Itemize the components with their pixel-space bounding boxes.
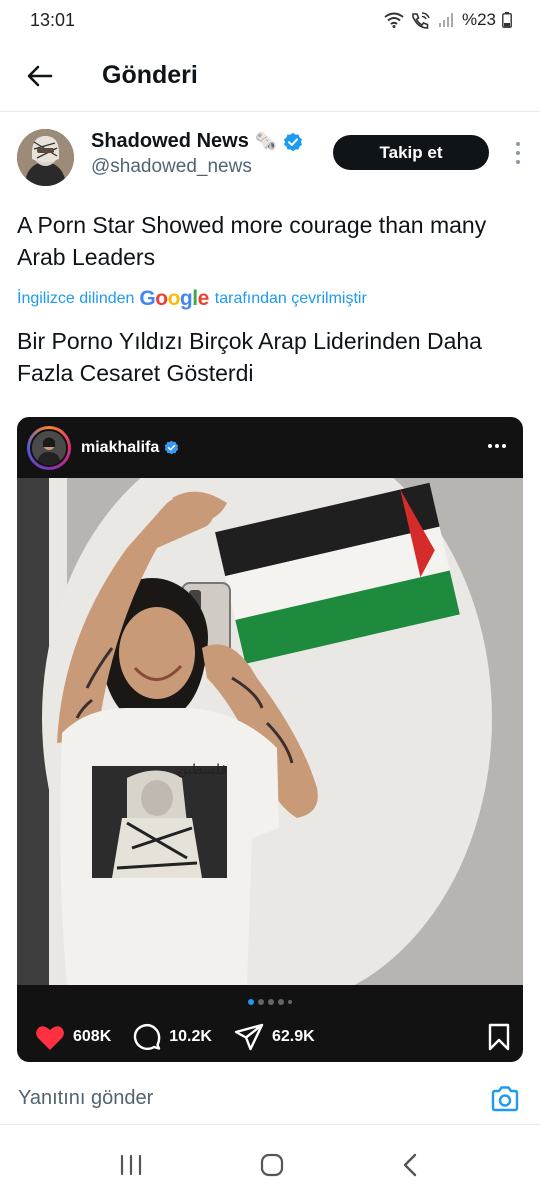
carousel-dot xyxy=(278,999,284,1005)
tweet-text: A Porn Star Showed more courage than man… xyxy=(17,212,487,270)
more-options-icon[interactable] xyxy=(508,142,528,164)
send-icon xyxy=(234,1023,264,1051)
author-handle: @shadowed_news xyxy=(91,156,252,177)
wifi-calling-icon xyxy=(412,12,430,29)
system-nav-bar xyxy=(0,1130,540,1200)
bookmark-icon xyxy=(488,1023,510,1051)
comment-action[interactable]: 10.2K xyxy=(133,1023,212,1051)
back-nav-icon[interactable] xyxy=(401,1153,421,1177)
ig-avatar-image xyxy=(32,430,66,465)
follow-button[interactable]: Takip et xyxy=(333,135,489,170)
embedded-media[interactable]: miakhalifa فلسطين 608K 10.2K 62.9K xyxy=(17,417,523,1062)
camera-icon[interactable] xyxy=(490,1085,520,1112)
author-name-row: Shadowed News 🗞️ xyxy=(91,130,303,153)
wifi-icon xyxy=(384,12,404,28)
translation-attribution[interactable]: İngilizce dilinden Google tarafından çev… xyxy=(17,287,523,311)
ig-username: miakhalifa xyxy=(81,438,160,456)
carousel-dot xyxy=(288,1000,292,1004)
status-time: 13:01 xyxy=(30,9,76,30)
verified-badge-icon xyxy=(284,132,303,151)
page-title: Gönderi xyxy=(102,61,198,89)
bookmark-action[interactable] xyxy=(487,1023,511,1056)
author-avatar[interactable] xyxy=(17,129,74,186)
like-count: 608K xyxy=(73,1028,112,1045)
reply-input[interactable]: Yanıtını gönder xyxy=(18,1087,153,1110)
translate-prefix: İngilizce dilinden xyxy=(17,290,135,307)
google-logo: Google xyxy=(139,287,209,310)
reply-bar: Yanıtını gönder xyxy=(0,1073,540,1125)
post-photo: فلسطين xyxy=(17,478,523,985)
photo-illustration: فلسطين xyxy=(17,478,523,985)
translated-text: Bir Porno Yıldızı Birçok Arap Liderinden… xyxy=(17,328,482,386)
avatar-image xyxy=(17,129,74,186)
carousel-dot xyxy=(248,999,254,1005)
comment-icon xyxy=(134,1023,161,1050)
heart-icon xyxy=(36,1025,64,1050)
share-action[interactable]: 62.9K xyxy=(234,1023,315,1051)
arrow-left-icon xyxy=(27,65,53,86)
tweet: Shadowed News 🗞️ @shadowed_news Takip et… xyxy=(0,112,540,389)
embed-header: miakhalifa xyxy=(17,417,523,478)
newspaper-roll-icon: 🗞️ xyxy=(254,131,278,151)
carousel-dot xyxy=(268,999,274,1005)
recent-apps-icon[interactable] xyxy=(119,1154,143,1176)
home-icon[interactable] xyxy=(260,1153,284,1177)
like-action[interactable]: 608K xyxy=(35,1024,111,1051)
comment-count: 10.2K xyxy=(169,1028,212,1045)
ig-avatar xyxy=(27,425,71,470)
battery-icon xyxy=(502,12,512,28)
share-count: 62.9K xyxy=(271,1028,315,1045)
status-bar: 13:01 %23 xyxy=(0,0,540,40)
back-button[interactable] xyxy=(0,40,80,112)
top-app-bar: Gönderi xyxy=(0,40,540,112)
battery-percent: %23 xyxy=(461,10,496,29)
post-actions: 608K 10.2K 62.9K xyxy=(35,1020,511,1054)
author-info: Shadowed News 🗞️ @shadowed_news xyxy=(91,130,303,178)
carousel-indicator xyxy=(17,999,523,1005)
translate-suffix: tarafından çevrilmiştir xyxy=(214,290,367,307)
status-icons: %23 xyxy=(384,10,512,30)
signal-icon xyxy=(438,13,453,27)
shirt-text: فلسطين xyxy=(177,762,227,778)
carousel-dot xyxy=(258,999,264,1005)
ig-more-icon xyxy=(488,444,506,448)
verified-badge-icon xyxy=(165,440,179,455)
author-name[interactable]: Shadowed News xyxy=(91,130,249,153)
